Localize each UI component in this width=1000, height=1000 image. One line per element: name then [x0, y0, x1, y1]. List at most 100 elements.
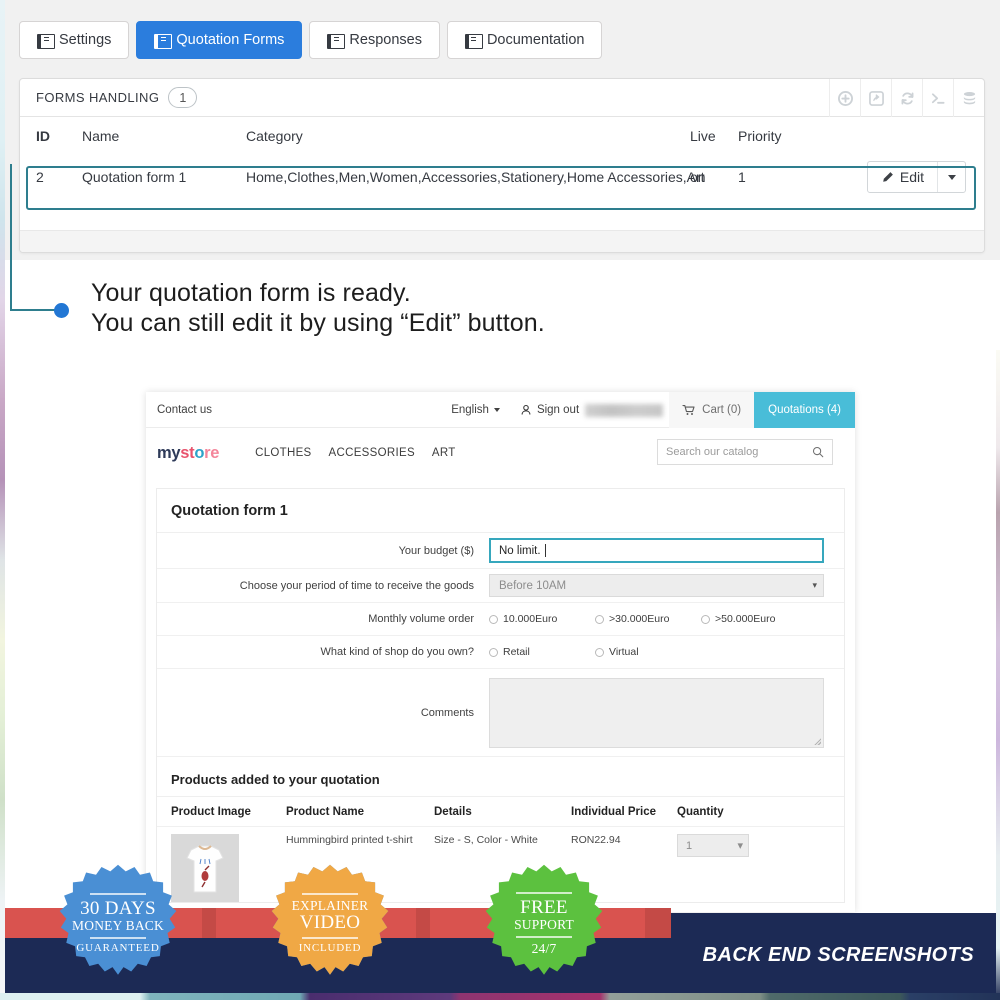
- column-header-live: Live: [690, 128, 716, 144]
- quantity-value: 1: [686, 839, 693, 852]
- language-label: English: [451, 404, 489, 416]
- tab-label: Responses: [349, 32, 422, 48]
- product-thumbnail[interactable]: [171, 834, 239, 902]
- chevron-down-icon: [947, 174, 956, 180]
- field-label-comments: Comments: [420, 706, 474, 719]
- edit-button-label: Edit: [899, 169, 924, 185]
- cell-live: on: [690, 169, 706, 185]
- logo-part-2: st: [180, 443, 195, 462]
- storefront-screenshot: Contact us English Sign out Cart (0) Quo…: [146, 392, 855, 912]
- add-icon[interactable]: [829, 79, 860, 117]
- screenshot-root: Settings Quotation Forms Responses Docum…: [0, 0, 1000, 1000]
- bottom-edge-gradient-artifact: [0, 993, 1000, 1000]
- text-cursor: [544, 544, 546, 557]
- menu-item-art[interactable]: ART: [432, 447, 456, 459]
- customer-name-blurred: [585, 403, 664, 417]
- language-selector[interactable]: English: [441, 392, 510, 428]
- radio-label: Retail: [503, 646, 530, 658]
- chevron-down-icon: ▾: [812, 580, 817, 590]
- quantity-select[interactable]: 1 ▾: [677, 834, 749, 857]
- store-main-menu: CLOTHES ACCESSORIES ART: [255, 447, 456, 459]
- radio-icon: [701, 614, 710, 624]
- column-header-category: Category: [246, 128, 303, 144]
- pencil-icon: [883, 171, 893, 182]
- edit-button[interactable]: Edit: [868, 162, 937, 192]
- form-row-volume: Monthly volume order 10.000Euro >30.000E…: [157, 603, 844, 636]
- radio-volume-3[interactable]: >50.000Euro: [701, 613, 807, 625]
- book-icon: [154, 33, 173, 49]
- cart-label: Cart (0): [702, 404, 742, 416]
- column-header-details: Details: [434, 806, 472, 818]
- cell-product-price: RON22.94: [571, 834, 621, 846]
- comments-textarea[interactable]: [489, 677, 824, 748]
- panel-footer: [20, 230, 984, 252]
- book-icon: [327, 33, 346, 49]
- menu-item-accessories[interactable]: ACCESSORIES: [329, 447, 415, 459]
- cell-product-details: Size - S, Color - White: [434, 834, 538, 846]
- cell-id: 2: [36, 169, 44, 185]
- footer-caption: BACK END SCREENSHOTS: [702, 944, 974, 966]
- radio-label: Virtual: [609, 646, 639, 658]
- callout-connector-horizontal: [10, 309, 60, 311]
- edit-dropdown-toggle[interactable]: [937, 162, 965, 192]
- field-label-volume: Monthly volume order: [368, 613, 474, 625]
- menu-item-clothes[interactable]: CLOTHES: [255, 447, 311, 459]
- column-header-priority: Priority: [738, 128, 782, 144]
- quotation-form-title: Quotation form 1: [157, 489, 844, 533]
- budget-input[interactable]: No limit.: [489, 538, 824, 563]
- tab-documentation[interactable]: Documentation: [446, 21, 603, 59]
- tshirt-image: [171, 834, 239, 902]
- chevron-down-icon: ▾: [737, 840, 743, 852]
- refresh-icon[interactable]: [891, 79, 922, 117]
- radio-icon: [489, 647, 498, 657]
- forms-handling-panel: FORMS HANDLING 1 ID Name Category Live P…: [19, 78, 985, 253]
- radio-volume-1[interactable]: 10.000Euro: [489, 613, 595, 625]
- cell-name: Quotation form 1: [82, 169, 187, 185]
- radio-volume-2[interactable]: >30.000Euro: [595, 613, 701, 625]
- left-edge-gradient-artifact: [0, 0, 5, 1000]
- product-row: Hummingbird printed t-shirt Size - S, Co…: [157, 827, 844, 902]
- terminal-icon[interactable]: [922, 79, 953, 117]
- panel-record-count: 1: [168, 87, 198, 108]
- tab-settings[interactable]: Settings: [19, 21, 130, 59]
- volume-radio-group: 10.000Euro >30.000Euro >50.000Euro: [489, 613, 824, 625]
- quotations-button[interactable]: Quotations (4): [754, 392, 855, 428]
- radio-shop-retail[interactable]: Retail: [489, 646, 595, 658]
- form-row-period: Choose your period of time to receive th…: [157, 569, 844, 603]
- tab-quotation-forms[interactable]: Quotation Forms: [136, 21, 303, 59]
- tab-responses[interactable]: Responses: [309, 21, 440, 59]
- panel-header: FORMS HANDLING 1: [20, 79, 984, 117]
- radio-icon: [595, 647, 604, 657]
- contact-us-link[interactable]: Contact us: [157, 404, 212, 416]
- tab-label: Quotation Forms: [176, 32, 285, 48]
- store-topbar-right: English Sign out Cart (0) Quotations (4): [441, 392, 855, 428]
- callout-line-1: Your quotation form is ready.: [91, 279, 411, 307]
- search-placeholder: Search our catalog: [666, 446, 759, 458]
- quotations-label: Quotations (4): [768, 404, 841, 416]
- export-icon[interactable]: [860, 79, 891, 117]
- logo-part-1: my: [157, 443, 181, 462]
- radio-shop-virtual[interactable]: Virtual: [595, 646, 701, 658]
- store-logo[interactable]: mystore: [157, 444, 219, 463]
- column-header-id: ID: [36, 128, 50, 144]
- database-icon[interactable]: [953, 79, 984, 117]
- callout-connector-vertical: [10, 164, 12, 310]
- products-header-row: Product Image Product Name Details Indiv…: [157, 797, 844, 827]
- store-nav: mystore CLOTHES ACCESSORIES ART Search o…: [146, 428, 855, 478]
- table-row[interactable]: 2 Quotation form 1 Home,Clothes,Men,Wome…: [20, 155, 984, 199]
- period-select[interactable]: Before 10AM ▾: [489, 574, 824, 597]
- shop-kind-radio-group: Retail Virtual: [489, 646, 824, 658]
- callout-line-2: You can still edit it by using “Edit” bu…: [91, 309, 545, 337]
- radio-label: >30.000Euro: [609, 613, 670, 625]
- radio-label: 10.000Euro: [503, 613, 558, 625]
- products-section-title: Products added to your quotation: [157, 759, 844, 797]
- admin-area: Settings Quotation Forms Responses Docum…: [5, 0, 1000, 260]
- radio-label: >50.000Euro: [715, 613, 776, 625]
- user-icon: [521, 404, 531, 415]
- callout-dot: [54, 303, 69, 318]
- sign-out-link[interactable]: Sign out: [510, 392, 585, 428]
- cart-link[interactable]: Cart (0): [669, 392, 755, 428]
- field-label-budget: Your budget ($): [398, 544, 474, 557]
- cell-product-name: Hummingbird printed t-shirt: [286, 834, 413, 846]
- search-input[interactable]: Search our catalog: [657, 439, 833, 465]
